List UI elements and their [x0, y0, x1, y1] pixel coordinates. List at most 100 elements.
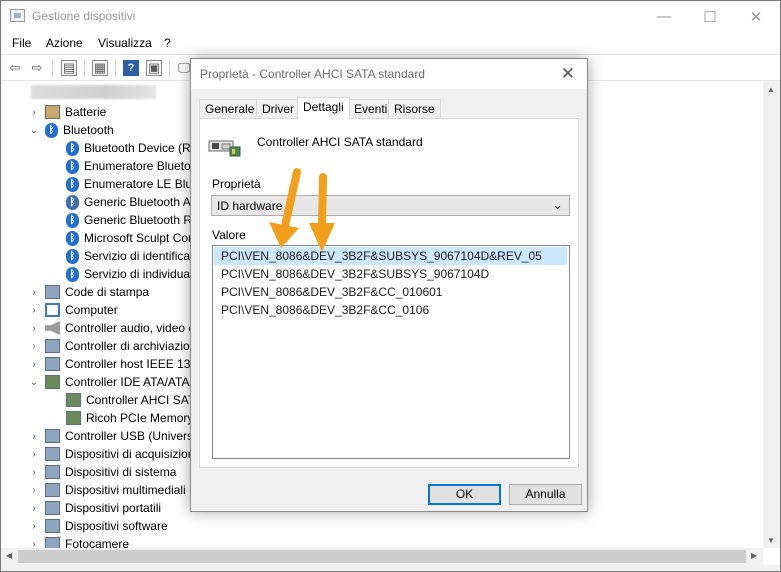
tree-item-label: Generic Bluetooth A	[84, 195, 191, 209]
tree-item-label: Servizio di identificaz	[84, 249, 197, 263]
action-pane-icon[interactable]: ▣	[146, 60, 162, 76]
tree-item-identification-service[interactable]: ᛒ Servizio di identificaz	[66, 247, 196, 265]
tree-item-cameras[interactable]: › Fotocamere	[29, 535, 129, 548]
bluetooth-icon: ᛒ	[66, 140, 79, 156]
printer-icon	[45, 285, 60, 299]
tree-item-computer[interactable]: › Computer	[29, 301, 118, 319]
chevron-right-icon[interactable]: ›	[29, 305, 39, 316]
tree-item-label: Enumeratore Bluetoo	[84, 159, 198, 173]
chevron-right-icon[interactable]: ›	[29, 359, 39, 370]
back-arrow-icon[interactable]: ⇦	[7, 60, 23, 76]
forward-arrow-icon[interactable]: ⇨	[29, 60, 45, 76]
title-bar: Gestione dispositivi — ☐ ✕	[1, 1, 780, 32]
menu-help[interactable]: ?	[164, 36, 171, 50]
status-bar	[1, 565, 780, 571]
value-list[interactable]: PCI\VEN_8086&DEV_3B2F&SUBSYS_9067104D&RE…	[212, 245, 570, 459]
chevron-right-icon[interactable]: ›	[29, 503, 39, 514]
tree-item-label: Servizio di individuaz	[84, 267, 197, 281]
tree-item-label: Generic Bluetooth Ra	[84, 213, 199, 227]
tree-item-audio-video[interactable]: › Controller audio, video e	[29, 319, 195, 337]
tree-item-multimedia[interactable]: › Dispositivi multimediali	[29, 481, 186, 499]
tree-item-usb[interactable]: › Controller USB (Universa	[29, 427, 200, 445]
chevron-right-icon[interactable]: ›	[29, 539, 39, 549]
show-hide-tree-icon[interactable]: ▤	[61, 60, 77, 76]
dialog-close-button[interactable]: ✕	[561, 64, 575, 84]
chevron-right-icon[interactable]: ›	[29, 449, 39, 460]
horizontal-scrollbar[interactable]: ◀ ▶	[1, 548, 763, 565]
chevron-right-icon[interactable]: ›	[29, 341, 39, 352]
usb-icon	[45, 429, 60, 443]
tree-item-sculpt[interactable]: ᛒ Microsoft Sculpt Cor	[66, 229, 192, 247]
tab-generale[interactable]: Generale	[199, 99, 261, 118]
tree-item-discovery-service[interactable]: ᛒ Servizio di individuaz	[66, 265, 196, 283]
cancel-button[interactable]: Annulla	[509, 484, 582, 505]
tree-item-label: Batterie	[65, 105, 107, 119]
tree-item-generic-bluetooth-radio[interactable]: ᛒ Generic Bluetooth Ra	[66, 211, 199, 229]
maximize-button[interactable]: ☐	[687, 1, 733, 32]
tree-item-bluetooth-device[interactable]: ᛒ Bluetooth Device (RF	[66, 139, 198, 157]
tree-item-bluetooth[interactable]: ⌄ ᛒ Bluetooth	[29, 121, 114, 139]
tree-item-generic-bluetooth-adapter[interactable]: ᛒ Generic Bluetooth A	[66, 193, 191, 211]
bluetooth-icon: ᛒ	[66, 176, 79, 192]
ok-button[interactable]: OK	[428, 484, 501, 505]
tree-item-ahci-sata[interactable]: Controller AHCI SATA	[66, 391, 202, 409]
list-item[interactable]: PCI\VEN_8086&DEV_3B2F&CC_0106	[214, 301, 567, 319]
tree-item-ide-ata[interactable]: ⌄ Controller IDE ATA/ATAPI	[29, 373, 201, 391]
toolbar-separator	[169, 60, 170, 77]
tree-item-code-di-stampa[interactable]: › Code di stampa	[29, 283, 149, 301]
chevron-right-icon[interactable]: ›	[29, 431, 39, 442]
help-icon[interactable]: ?	[123, 60, 139, 76]
tree-item-software[interactable]: › Dispositivi software	[29, 517, 168, 535]
tree-item-le-enumerator[interactable]: ᛒ Enumeratore LE Blue	[66, 175, 199, 193]
computer-name-redacted	[31, 85, 156, 99]
device-manager-icon	[10, 9, 25, 22]
menu-file[interactable]: File	[12, 36, 31, 50]
properties-dialog: Proprietà - Controller AHCI SATA standar…	[190, 58, 588, 512]
tree-item-label: Computer	[65, 303, 118, 317]
chevron-right-icon[interactable]: ›	[29, 485, 39, 496]
tree-item-label: Dispositivi software	[65, 519, 168, 533]
tree-item-batterie[interactable]: › Batterie	[29, 103, 106, 121]
list-item[interactable]: PCI\VEN_8086&DEV_3B2F&CC_010601	[214, 283, 567, 301]
chevron-down-icon[interactable]: ⌄	[29, 377, 39, 388]
properties-icon[interactable]: ▦	[92, 60, 108, 76]
tab-eventi[interactable]: Eventi	[348, 99, 394, 118]
property-select[interactable]: ID hardware ⌄	[211, 195, 570, 216]
system-device-icon	[45, 465, 60, 479]
tab-dettagli[interactable]: Dettagli	[297, 97, 350, 119]
chevron-right-icon[interactable]: ›	[29, 107, 39, 118]
chevron-down-icon[interactable]: ⌄	[552, 197, 563, 213]
chevron-right-icon[interactable]: ›	[29, 467, 39, 478]
ide-controller-icon	[66, 393, 81, 407]
scroll-left-icon[interactable]: ◀	[6, 551, 12, 560]
tree-item-acquisition[interactable]: › Dispositivi di acquisizion	[29, 445, 194, 463]
close-button[interactable]: ✕	[733, 1, 779, 32]
scroll-up-icon[interactable]: ▲	[767, 85, 775, 94]
vertical-scrollbar[interactable]: ▲ ▼	[763, 81, 780, 548]
tree-item-bluetooth-enumerator[interactable]: ᛒ Enumeratore Bluetoo	[66, 157, 197, 175]
chevron-right-icon[interactable]: ›	[29, 521, 39, 532]
list-item[interactable]: PCI\VEN_8086&DEV_3B2F&SUBSYS_9067104D	[214, 265, 567, 283]
tab-risorse[interactable]: Risorse	[388, 99, 441, 118]
tree-item-storage-controllers[interactable]: › Controller di archiviazio	[29, 337, 190, 355]
tab-driver[interactable]: Driver	[256, 99, 300, 118]
chevron-right-icon[interactable]: ›	[29, 323, 39, 334]
tree-item-ieee1394[interactable]: › Controller host IEEE 1394	[29, 355, 204, 373]
tree-item-label: Controller audio, video e	[65, 321, 196, 335]
list-item[interactable]: PCI\VEN_8086&DEV_3B2F&SUBSYS_9067104D&RE…	[214, 247, 567, 265]
menu-azione[interactable]: Azione	[46, 36, 83, 50]
scanner-icon	[45, 447, 60, 461]
tree-item-portable[interactable]: › Dispositivi portatili	[29, 499, 161, 517]
storage-icon	[45, 339, 60, 353]
horizontal-scroll-thumb[interactable]	[18, 550, 746, 563]
scroll-right-icon[interactable]: ▶	[751, 551, 757, 560]
tree-item-label: Microsoft Sculpt Cor	[84, 231, 193, 245]
tree-item-ricoh-pcie[interactable]: Ricoh PCIe Memory	[66, 409, 193, 427]
tree-item-system[interactable]: › Dispositivi di sistema	[29, 463, 176, 481]
chevron-right-icon[interactable]: ›	[29, 287, 39, 298]
ide-controller-icon	[66, 411, 81, 425]
chevron-down-icon[interactable]: ⌄	[29, 125, 39, 136]
scroll-down-icon[interactable]: ▼	[767, 536, 775, 545]
menu-visualizza[interactable]: Visualizza	[98, 36, 152, 50]
minimize-button[interactable]: —	[641, 1, 687, 32]
